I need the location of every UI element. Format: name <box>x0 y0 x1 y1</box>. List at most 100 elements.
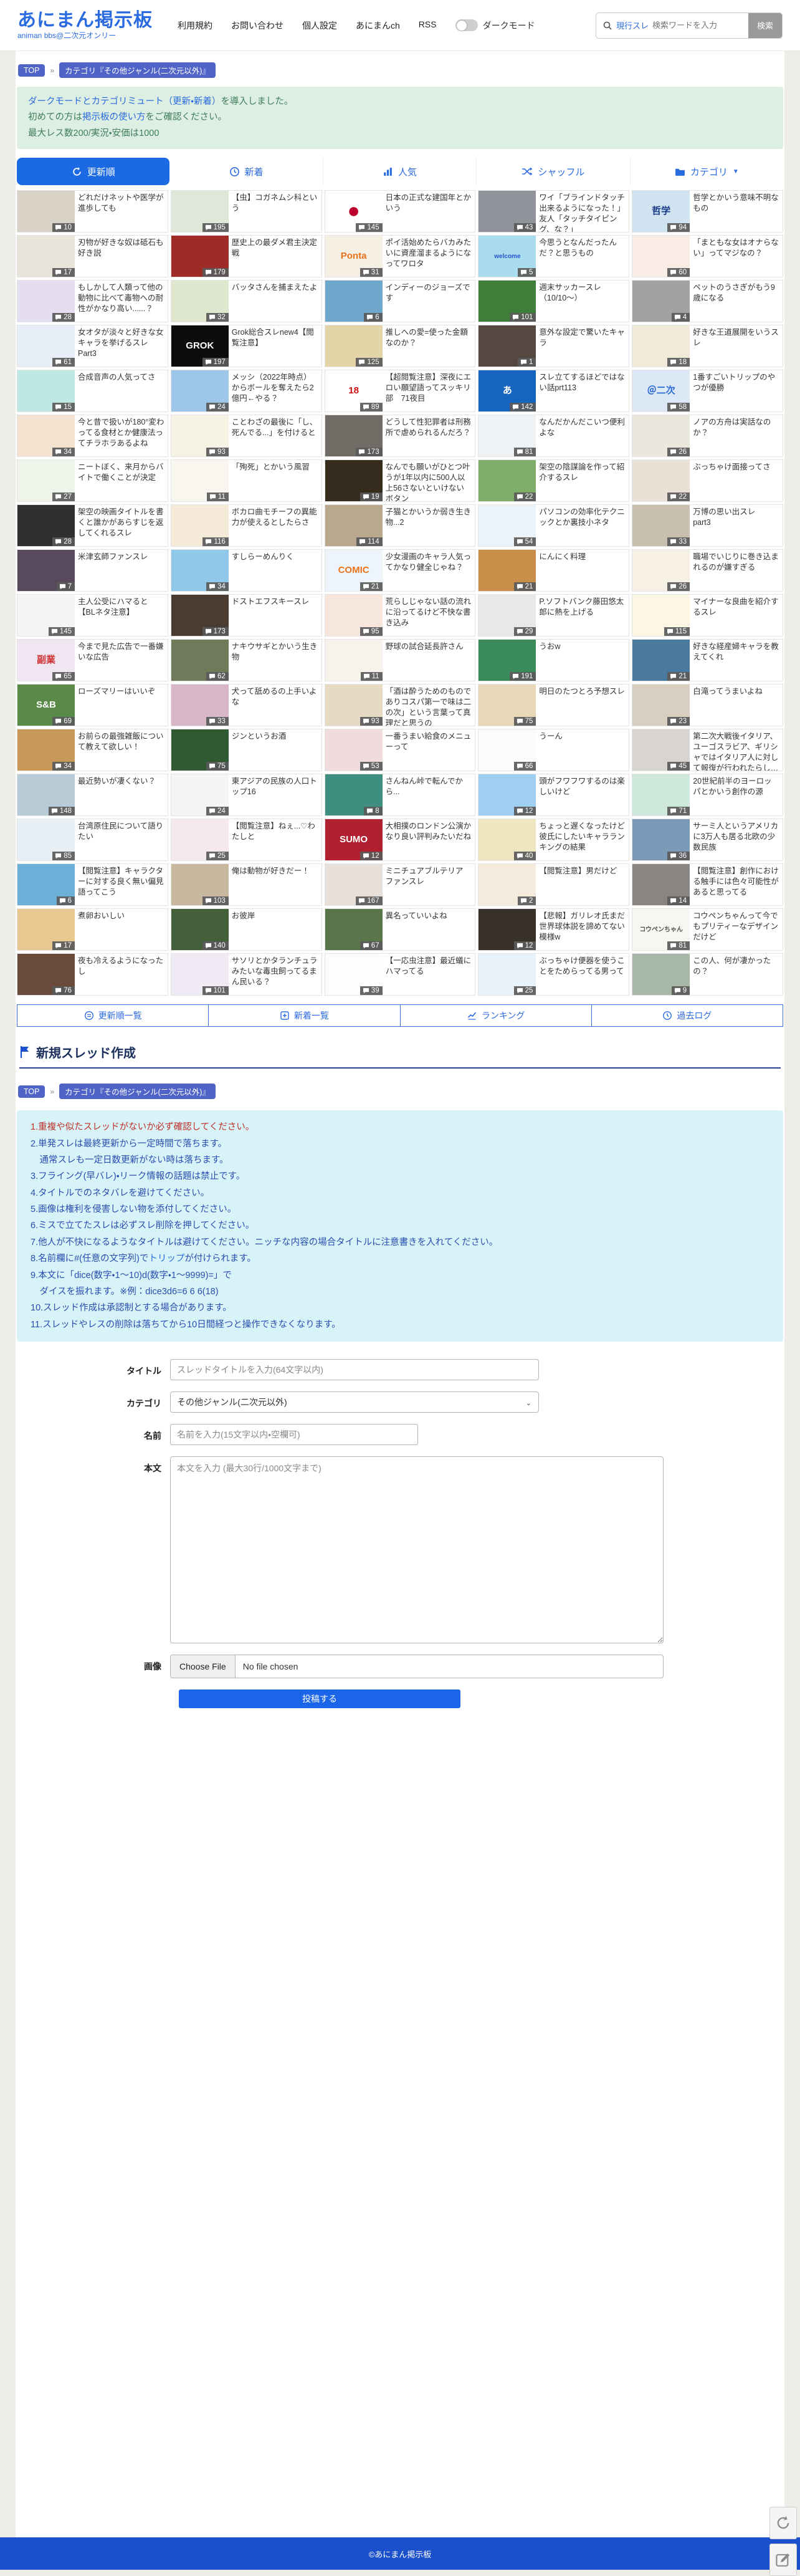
thread-card[interactable]: 33 万博の思い出スレ part3 <box>632 504 783 547</box>
thread-card[interactable]: 95 荒らしじゃない話の流れに沿ってるけど不快な書き込み <box>324 594 476 637</box>
tab-カテゴリ[interactable]: カテゴリ ▼ <box>630 158 784 186</box>
thread-card[interactable]: SUMO 12 大相撲のロンドン公演かなり良い評判みたいだね <box>324 819 476 862</box>
thread-card[interactable]: 24 メッシ（2022年時点）からボールを奪えたら2億円←やる？ <box>170 370 322 413</box>
thread-card[interactable]: 76 夜も冷えるようになったし <box>17 953 168 996</box>
thread-card[interactable]: 1 意外な設定で驚いたキャラ <box>478 325 630 368</box>
search-input[interactable] <box>649 17 748 34</box>
nav-link-2[interactable]: 個人設定 <box>302 19 337 32</box>
thread-card[interactable]: 7 米津玄師ファンスレ <box>17 549 168 592</box>
thread-card[interactable]: 93 ことわざの最後に「し、死んでる...」を付けると <box>170 415 322 458</box>
thread-card[interactable]: コウペンちゃん 81 コウペンちゃんって今でもプリティーなデザインだけど <box>632 908 783 951</box>
bottom-nav-新着一覧[interactable]: 新着一覧 <box>209 1005 401 1027</box>
thread-card[interactable]: 34 お前らの最強雑飯について教えて欲しい！ <box>17 729 168 772</box>
thread-card[interactable]: 24 東アジアの民族の人口トップ16 <box>170 774 322 817</box>
thread-card[interactable]: 34 今と昔で扱いが180°変わってる食材とか健康法ってチラホラあるよね <box>17 415 168 458</box>
thread-card[interactable]: あ 142 スレ立てするほどではない話prt113 <box>478 370 630 413</box>
thread-card[interactable]: 53 一番うまい給食のメニューって <box>324 729 476 772</box>
thread-card[interactable]: 33 犬って舐めるの上手いよな <box>170 684 322 727</box>
thread-card[interactable]: 145 主人公受にハマると【BLネタ注意】 <box>17 594 168 637</box>
thread-card[interactable]: 28 もしかして人類って他の動物に比べて毒物への耐性がかなり高い......？ <box>17 280 168 323</box>
thread-card[interactable]: 12 【悲報】ガリレオ氏まだ世界球体説を諦めてない模様w <box>478 908 630 951</box>
thread-card[interactable]: 179 歴史上の最ダメ君主決定戦 <box>170 235 322 278</box>
thread-card[interactable]: 101 サソリとかタランチュラみたいな毒虫飼ってるまん民いる？ <box>170 953 322 996</box>
thread-card[interactable]: welcome 5 今思うとなんだったんだ？と思うもの <box>478 235 630 278</box>
thread-card[interactable]: GROK 197 Grok総合スレnew4【閲覧注意】 <box>170 325 322 368</box>
thread-card[interactable]: 6 インディーのジョーズです <box>324 280 476 323</box>
thread-card[interactable]: COMIC 21 少女漫画のキャラ人気ってかなり健全じゃね？ <box>324 549 476 592</box>
thread-card[interactable]: 2 【閲覧注意】男だけど <box>478 863 630 906</box>
thread-card[interactable]: 32 バッタさんを捕まえたよ <box>170 280 322 323</box>
nav-link-1[interactable]: お問い合わせ <box>231 19 283 32</box>
thread-card[interactable]: ＠二次 58 1番すごいトリップのやつが優勝 <box>632 370 783 413</box>
thread-card[interactable]: 23 白滝ってうまいよね <box>632 684 783 727</box>
thread-card[interactable]: 25 ぶっちゃけ便器を使うことをためらってる男って <box>478 953 630 996</box>
thread-card[interactable]: 29 P.ソフトバンク藤田悠太郎に熱を上げる <box>478 594 630 637</box>
nav-link-4[interactable]: RSS <box>419 19 437 32</box>
thread-card[interactable]: 36 サーミ人というアメリカに3万人も居る北欧の少数民族 <box>632 819 783 862</box>
thread-body-textarea[interactable] <box>170 1456 664 1643</box>
tab-更新順[interactable]: 更新順 <box>17 158 170 186</box>
thread-card[interactable]: 61 女オタが淡々と好きな女キャラを挙げるスレ Part3 <box>17 325 168 368</box>
category-select[interactable]: その他ジャンル(二次元以外) <box>170 1391 539 1413</box>
breadcrumb-category[interactable]: カテゴリ『その他ジャンル(二次元以外)』 <box>59 62 216 78</box>
thread-card[interactable]: 67 異名っていいよね <box>324 908 476 951</box>
thread-card[interactable]: 22 架空の陰謀論を作って紹介するスレ <box>478 459 630 502</box>
thread-card[interactable]: 66 うーん <box>478 729 630 772</box>
thread-card[interactable]: 195 【虫】コガネムシ科という <box>170 190 322 233</box>
nav-link-3[interactable]: あにまんch <box>356 19 400 32</box>
thread-card[interactable]: 9 この人、何が凄かったの？ <box>632 953 783 996</box>
thread-card[interactable]: 4 ペットのうさぎがもう9歳になる <box>632 280 783 323</box>
breadcrumb-top[interactable]: TOP <box>18 64 45 77</box>
tab-シャッフル[interactable]: シャッフル <box>477 158 631 186</box>
thread-card[interactable]: 103 俺は動物が好きだー！ <box>170 863 322 906</box>
thread-title-input[interactable] <box>170 1359 539 1380</box>
thread-card[interactable]: 21 にんにく料理 <box>478 549 630 592</box>
thread-card[interactable]: 11 野球の試合延長許さん <box>324 639 476 682</box>
thread-card[interactable]: 18 好きな王道展開をいうスレ <box>632 325 783 368</box>
thread-card[interactable]: 85 台湾原住民について語りたい <box>17 819 168 862</box>
thread-card[interactable]: 26 職場でいじりに巻き込まれるのが嫌すぎる <box>632 549 783 592</box>
thread-card[interactable]: 43 ワイ「ブラインドタッチ出来るようになった！」友人「タッチタイピング、な？」 <box>478 190 630 233</box>
poster-name-input[interactable] <box>170 1424 418 1445</box>
thread-card[interactable]: 21 好きな経産婦キャラを教えてくれ <box>632 639 783 682</box>
compose-button[interactable] <box>769 2544 797 2576</box>
nav-link-0[interactable]: 利用規約 <box>178 19 212 32</box>
bottom-nav-過去ログ[interactable]: 過去ログ <box>591 1005 783 1027</box>
thread-card[interactable]: 167 ミニチュアブルテリア ファンスレ <box>324 863 476 906</box>
thread-card[interactable]: 54 パソコンの効率化テクニックとか裏技小ネタ <box>478 504 630 547</box>
thread-card[interactable]: 75 ジンというお酒 <box>170 729 322 772</box>
notice-darkmode-link[interactable]: ダークモードとカテゴリミュート（更新・新着） <box>28 97 221 107</box>
thread-card[interactable]: 62 ナキウサギとかいう生き物 <box>170 639 322 682</box>
thread-card[interactable]: 25 【閲覧注意】ねぇ...♡わたしと <box>170 819 322 862</box>
thread-card[interactable]: 173 ドストエフスキースレ <box>170 594 322 637</box>
thread-card[interactable]: 60 「まともな女はオナらない」ってマジなの？ <box>632 235 783 278</box>
thread-card[interactable]: 125 推しへの愛=使った金額なのか？ <box>324 325 476 368</box>
trip-link[interactable]: トリップ <box>148 1254 184 1264</box>
tab-人気[interactable]: 人気 <box>323 158 477 186</box>
thread-card[interactable]: 28 架空の映画タイトルを書くと誰かがあらすじを返してくれるスレ <box>17 504 168 547</box>
thread-card[interactable]: 22 ぶっちゃけ面接ってさ <box>632 459 783 502</box>
thread-card[interactable]: 11 「殉死」とかいう風習 <box>170 459 322 502</box>
thread-card[interactable]: 71 20世紀前半のヨーロッパとかいう創作の源 <box>632 774 783 817</box>
site-logo[interactable]: あにまん掲示板 animan bbs@二次元オンリー <box>17 11 153 39</box>
choose-file-button[interactable]: Choose File <box>171 1655 236 1678</box>
thread-card[interactable]: 191 うおw <box>478 639 630 682</box>
notice-howto-link[interactable]: 掲示板の使い方 <box>82 112 146 122</box>
bottom-nav-更新順一覧[interactable]: 更新順一覧 <box>17 1005 209 1027</box>
thread-card[interactable]: 81 なんだかんだこいつ便利よな <box>478 415 630 458</box>
thread-card[interactable]: 114 子猫とかいうか弱き生き物...2 <box>324 504 476 547</box>
thread-card[interactable]: 116 ボカロ曲モチーフの異能力が使えるとしたらさ <box>170 504 322 547</box>
thread-card[interactable]: 115 マイナーな良曲を紹介するスレ <box>632 594 783 637</box>
thread-card[interactable]: 93 「酒は酔うためのものでありコスパ第一で味は二の次」という言葉って真理だと思う… <box>324 684 476 727</box>
thread-card[interactable]: 14 【閲覧注意】創作における触手には色々可能性があると思ってる <box>632 863 783 906</box>
bottom-nav-ランキング[interactable]: ランキング <box>400 1005 592 1027</box>
thread-card[interactable]: 17 刃物が好きな奴は砥石も好き説 <box>17 235 168 278</box>
thread-card[interactable]: 101 週末サッカースレ（10/10～） <box>478 280 630 323</box>
thread-card[interactable]: 39 【一応虫注意】最近蟻にハマってる <box>324 953 476 996</box>
thread-card[interactable]: 12 頭がフワフワするのは楽しいけど <box>478 774 630 817</box>
thread-card[interactable]: S&B 69 ローズマリーはいいぞ <box>17 684 168 727</box>
thread-card[interactable]: 19 なんでも願いがひとつ叶うが1年以内に500人以上56さないといけないボタン <box>324 459 476 502</box>
thread-card[interactable]: 173 どうして性犯罪者は刑務所で虐められるんだろ？ <box>324 415 476 458</box>
dark-mode-toggle[interactable] <box>455 19 478 31</box>
thread-card[interactable]: 75 明日のたつとろ予想スレ <box>478 684 630 727</box>
